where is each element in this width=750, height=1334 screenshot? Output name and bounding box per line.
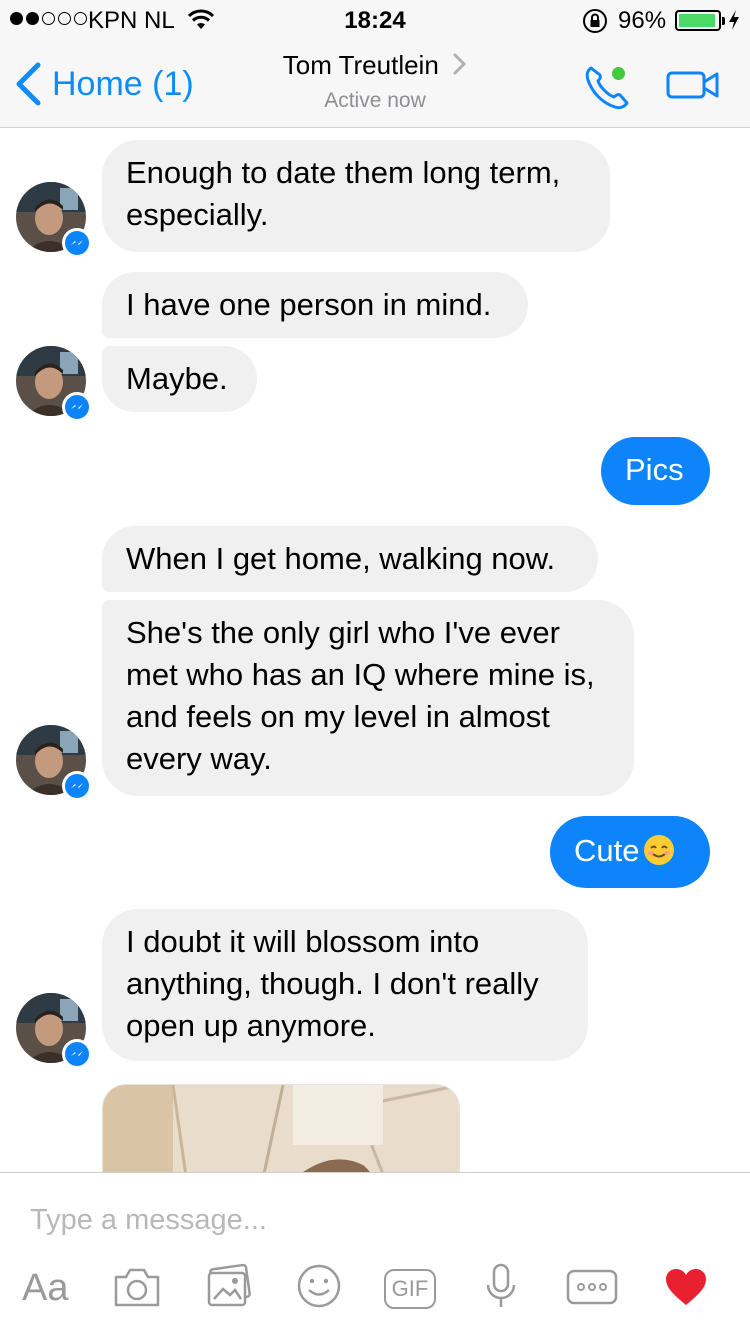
video-camera-icon[interactable] xyxy=(666,70,720,100)
smiling-face-emoji xyxy=(644,835,675,865)
photo-thumbnail xyxy=(103,1085,459,1172)
message-input[interactable] xyxy=(30,1199,710,1241)
message-text: Cute xyxy=(574,833,640,868)
messenger-badge-icon xyxy=(62,1039,92,1069)
avatar[interactable] xyxy=(16,725,92,801)
message-composer: Aa GIF xyxy=(0,1172,750,1334)
messenger-badge-icon xyxy=(62,228,92,258)
phone-icon[interactable] xyxy=(582,62,634,112)
active-status: Active now xyxy=(324,89,426,112)
avatar[interactable] xyxy=(16,182,92,258)
charging-bolt-icon xyxy=(729,10,739,30)
battery-level xyxy=(679,14,715,27)
message-bubble-incoming[interactable]: I have one person in mind. xyxy=(102,272,528,338)
photo-gallery-icon[interactable] xyxy=(204,1263,254,1309)
photo-message[interactable] xyxy=(102,1084,460,1172)
more-icon[interactable] xyxy=(566,1269,618,1305)
message-bubble-incoming[interactable]: She's the only girl who I've ever met wh… xyxy=(102,600,634,796)
top-bar: KPN NL 18:24 96% Home (1) Tom Treutlein … xyxy=(0,0,750,128)
text-format-button[interactable]: Aa xyxy=(22,1267,68,1310)
conversation-title[interactable]: Tom Treutlein Active now xyxy=(0,50,750,113)
online-indicator xyxy=(612,67,625,80)
gif-button[interactable]: GIF xyxy=(384,1269,436,1309)
message-thread[interactable]: Enough to date them long term, especiall… xyxy=(0,128,750,1172)
avatar[interactable] xyxy=(16,993,92,1069)
message-bubble-incoming[interactable]: Enough to date them long term, especiall… xyxy=(102,140,610,252)
battery-icon xyxy=(675,10,725,31)
contact-name: Tom Treutlein xyxy=(282,50,439,80)
microphone-icon[interactable] xyxy=(484,1263,518,1309)
messenger-badge-icon xyxy=(62,771,92,801)
status-bar: KPN NL 18:24 96% xyxy=(0,0,750,40)
heart-icon[interactable] xyxy=(664,1267,708,1307)
messenger-badge-icon xyxy=(62,392,92,422)
avatar[interactable] xyxy=(16,346,92,422)
emoji-icon[interactable] xyxy=(296,1263,342,1309)
chevron-right-icon xyxy=(453,53,467,75)
message-bubble-outgoing[interactable]: Pics xyxy=(601,437,710,505)
conversation-nav-bar: Home (1) Tom Treutlein Active now xyxy=(0,40,750,128)
rotation-lock-icon xyxy=(583,9,607,33)
camera-icon[interactable] xyxy=(112,1263,162,1309)
message-bubble-incoming[interactable]: When I get home, walking now. xyxy=(102,526,598,592)
message-bubble-outgoing[interactable]: Cute xyxy=(550,816,710,888)
battery-percent: 96% xyxy=(618,7,667,34)
message-bubble-incoming[interactable]: I doubt it will blossom into anything, t… xyxy=(102,909,588,1061)
message-bubble-incoming[interactable]: Maybe. xyxy=(102,346,257,412)
